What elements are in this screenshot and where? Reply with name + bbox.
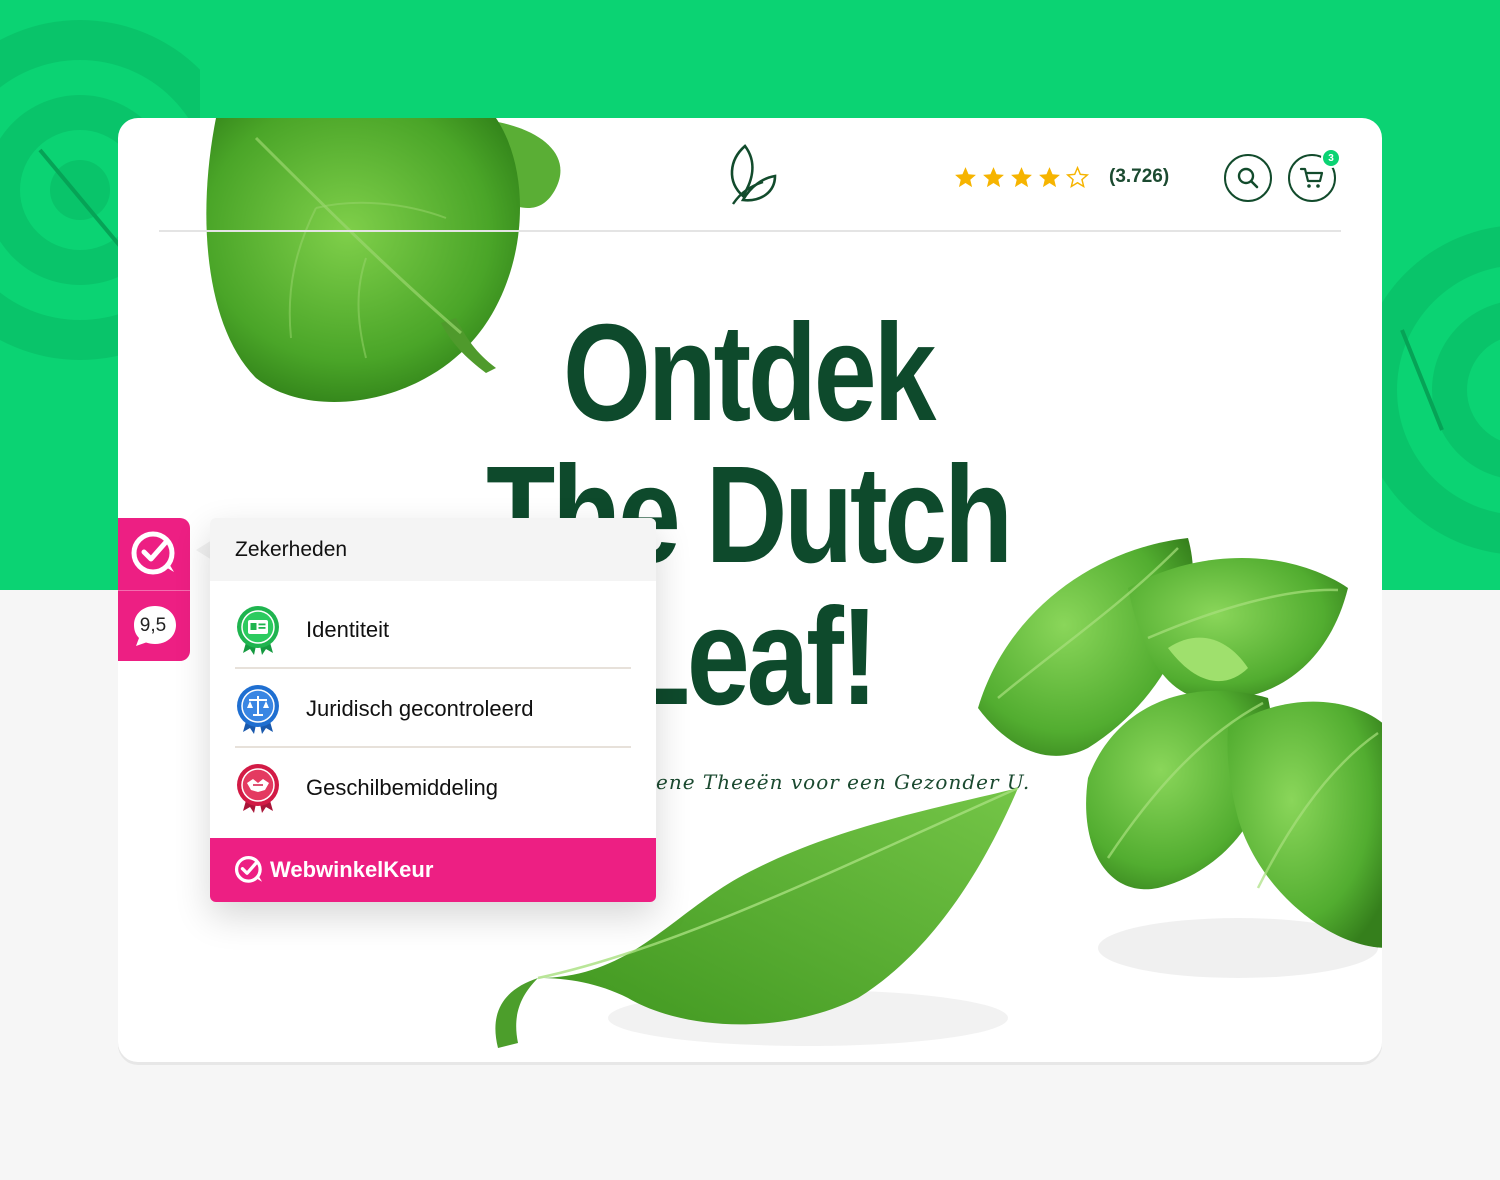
star-full-icon — [955, 166, 976, 187]
identity-badge-icon — [237, 606, 279, 655]
trust-item-label: Identiteit — [306, 617, 390, 642]
rating-count: (3.726) — [1109, 166, 1170, 187]
webwinkelkeur-logo-icon — [234, 855, 263, 883]
trust-item-mediation[interactable]: Geschilbemiddeling — [235, 749, 631, 827]
trust-panel: Zekerheden Identiteit Juridisch gecontro… — [210, 518, 656, 902]
webwinkelkeur-logo-icon — [131, 531, 175, 575]
tab-divider — [118, 590, 190, 591]
header-divider — [159, 230, 1341, 232]
item-divider — [235, 667, 631, 669]
trust-item-label: Juridisch gecontroleerd — [306, 696, 534, 721]
trust-item-label: Geschilbemiddeling — [306, 775, 498, 800]
cart-count-badge: 3 — [1321, 148, 1341, 168]
trust-panel-title: Zekerheden — [210, 518, 656, 581]
brand-name: WebwinkelKeur — [270, 857, 434, 882]
webwinkelkeur-brand-bar[interactable]: WebwinkelKeur — [210, 838, 656, 902]
hero-title-line-1: Ontdek — [562, 296, 936, 450]
target-decoration-right — [1382, 226, 1500, 554]
star-full-icon — [1039, 166, 1060, 187]
search-button[interactable] — [1224, 154, 1272, 202]
trust-item-identity[interactable]: Identiteit — [235, 591, 631, 669]
search-icon — [1237, 167, 1259, 189]
mediation-badge-icon — [237, 764, 279, 813]
star-full-icon — [1011, 166, 1032, 187]
trust-item-legal[interactable]: Juridisch gecontroleerd — [235, 670, 631, 748]
star-full-icon — [983, 166, 1004, 187]
webwinkelkeur-tab[interactable]: 9,5 — [118, 518, 190, 661]
cart-icon — [1299, 167, 1324, 188]
legal-badge-icon — [237, 685, 279, 734]
item-divider — [235, 746, 631, 748]
store-rating[interactable]: (3.726) — [953, 164, 1169, 190]
trust-score: 9,5 — [139, 615, 167, 636]
leaf-logo-icon[interactable] — [723, 142, 779, 208]
star-empty-icon — [1065, 165, 1090, 188]
